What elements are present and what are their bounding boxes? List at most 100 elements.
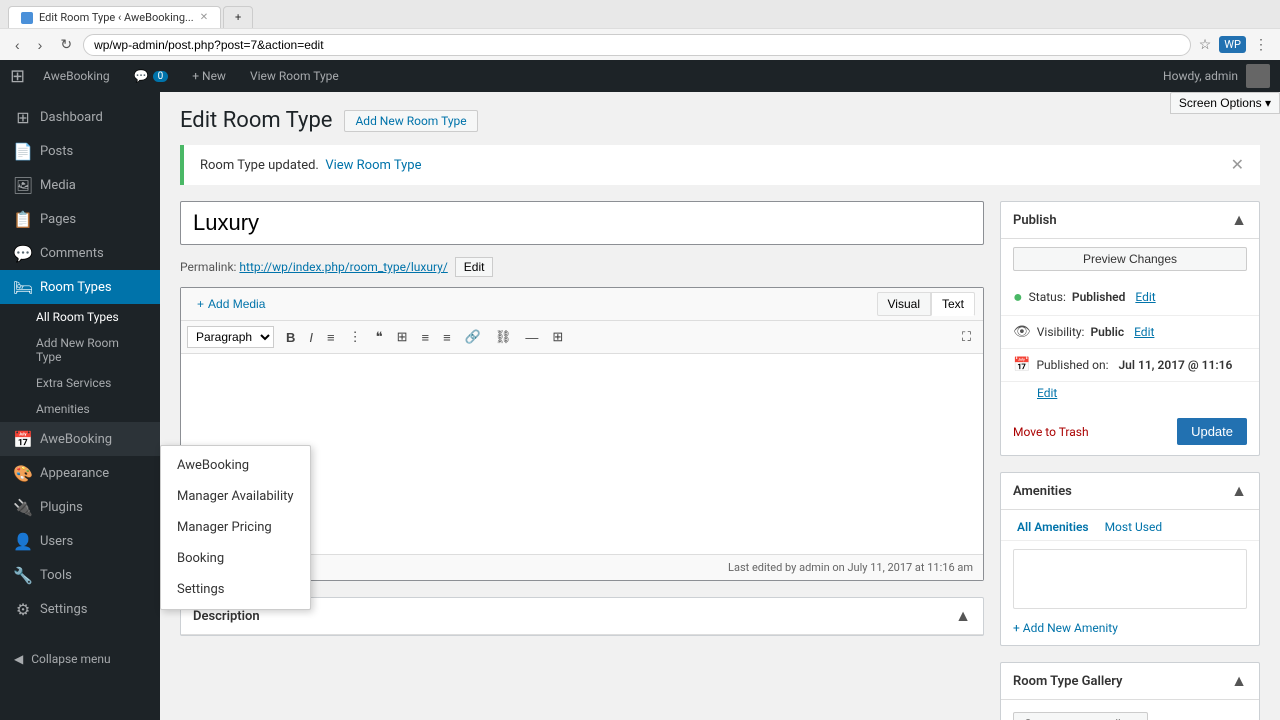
update-button[interactable]: Update — [1177, 418, 1247, 445]
admin-bar-new[interactable]: + New — [186, 69, 232, 83]
published-date-edit-link[interactable]: Edit — [1037, 386, 1247, 400]
sidebar-item-users[interactable]: 👤 Users — [0, 524, 160, 558]
sidebar-item-awebooking[interactable]: 📅 AweBooking — [0, 422, 160, 456]
collapse-arrow-icon: ◀ — [14, 652, 23, 666]
sidebar-item-plugins[interactable]: 🔌 Plugins — [0, 490, 160, 524]
move-to-trash-link[interactable]: Move to Trash — [1013, 425, 1089, 439]
permalink-url[interactable]: http://wp/index.php/room_type/luxury/ — [239, 260, 447, 274]
align-right-button[interactable]: ≡ — [437, 326, 457, 349]
collapse-menu-button[interactable]: ◀ Collapse menu — [0, 644, 160, 674]
sidebar-label-room-types: Room Types — [40, 280, 112, 295]
admin-bar-comments[interactable]: 💬 0 — [128, 69, 175, 83]
add-media-icon: + — [197, 297, 204, 311]
sidebar-item-comments[interactable]: 💬 Comments — [0, 236, 160, 270]
sidebar-item-media[interactable]: 🖼 Media — [0, 168, 160, 202]
unlink-button[interactable]: ⛓ — [489, 325, 518, 349]
align-left-button[interactable]: ⊞ — [391, 325, 414, 349]
last-edited: Last edited by admin on July 11, 2017 at… — [728, 561, 973, 574]
sidebar-item-pages[interactable]: 📋 Pages — [0, 202, 160, 236]
new-label: + New — [192, 69, 226, 83]
dropdown-item-manager-availability[interactable]: Manager Availability — [161, 481, 310, 512]
status-edit-link[interactable]: Edit — [1135, 290, 1155, 304]
tab-favicon — [21, 12, 33, 24]
add-new-room-type-button[interactable]: Add New Room Type — [344, 110, 477, 132]
extensions-icon[interactable]: WP — [1219, 36, 1246, 53]
view-room-type-link[interactable]: View Room Type — [325, 158, 421, 173]
text-tab[interactable]: Text — [931, 292, 975, 316]
tab-close-icon[interactable]: ✕ — [200, 12, 208, 23]
italic-button[interactable]: I — [303, 326, 319, 349]
plugins-icon: 🔌 — [14, 498, 32, 516]
amenities-tab-all[interactable]: All Amenities — [1013, 518, 1093, 536]
visual-tab[interactable]: Visual — [877, 292, 931, 316]
sidebar-item-tools[interactable]: 🔧 Tools — [0, 558, 160, 592]
back-button[interactable]: ‹ — [8, 34, 27, 56]
permalink-label: Permalink: — [180, 260, 236, 274]
post-title-input[interactable] — [180, 201, 984, 245]
link-button[interactable]: 🔗 — [459, 325, 487, 349]
bold-button[interactable]: B — [280, 326, 301, 349]
amenities-tabs: All Amenities Most Used — [1001, 510, 1259, 541]
blockquote-button[interactable]: ❝ — [370, 325, 389, 349]
dropdown-item-manager-pricing[interactable]: Manager Pricing — [161, 512, 310, 543]
admin-bar-view-room-type[interactable]: View Room Type — [244, 69, 345, 83]
publish-box-header[interactable]: Publish ▲ — [1001, 202, 1259, 239]
menu-icon[interactable]: ⋮ — [1250, 35, 1272, 55]
calendar-icon: 📅 — [1013, 357, 1030, 373]
url-bar[interactable] — [83, 34, 1191, 56]
sidebar-item-posts[interactable]: 📄 Posts — [0, 134, 160, 168]
add-media-button[interactable]: + Add Media — [189, 293, 273, 315]
reload-button[interactable]: ↻ — [53, 33, 79, 56]
sidebar-subitem-amenities[interactable]: Amenities — [0, 396, 160, 422]
permalink-edit-button[interactable]: Edit — [455, 257, 494, 277]
permalink-row: Permalink: http://wp/index.php/room_type… — [180, 253, 984, 287]
paragraph-select[interactable]: Paragraph — [187, 326, 274, 348]
amenities-box-header[interactable]: Amenities ▲ — [1001, 473, 1259, 510]
dropdown-item-settings[interactable]: Settings — [161, 574, 310, 605]
visibility-edit-link[interactable]: Edit — [1134, 325, 1154, 339]
publish-box-title: Publish — [1013, 213, 1057, 228]
status-label: Status: — [1029, 290, 1066, 304]
dropdown-item-booking[interactable]: Booking — [161, 543, 310, 574]
sidebar-item-appearance[interactable]: 🎨 Appearance — [0, 456, 160, 490]
ordered-list-button[interactable]: ⋮ — [343, 325, 368, 349]
sidebar-subitem-all-room-types[interactable]: All Room Types — [0, 304, 160, 330]
tab-title: Edit Room Type ‹ AweBooking... — [39, 11, 194, 24]
notice-close-button[interactable]: ✕ — [1231, 155, 1244, 175]
sidebar-label-settings: Settings — [40, 602, 87, 617]
editor-toolbar-top: + Add Media Visual Text — [181, 288, 983, 321]
sidebar-item-dashboard[interactable]: ⊞ Dashboard — [0, 100, 160, 134]
set-gallery-button[interactable]: Set room type gallery — [1013, 712, 1148, 720]
admin-bar-site[interactable]: AweBooking — [37, 69, 116, 83]
screen-options-button[interactable]: Screen Options ▾ — [1170, 92, 1280, 114]
comments-icon: 💬 — [14, 244, 32, 262]
dropdown-item-awebooking[interactable]: AweBooking — [161, 450, 310, 481]
sidebar-subitem-extra-services[interactable]: Extra Services — [0, 370, 160, 396]
wp-logo[interactable]: ⊞ — [10, 66, 25, 87]
amenities-toggle-icon: ▲ — [1231, 481, 1247, 501]
editor-tabs: Visual Text — [877, 292, 975, 316]
table-button[interactable]: ⊞ — [546, 325, 569, 349]
sidebar-subitem-add-new[interactable]: Add New Room Type — [0, 330, 160, 370]
browser-tab[interactable]: Edit Room Type ‹ AweBooking... ✕ — [8, 6, 221, 28]
preview-changes-button[interactable]: Preview Changes — [1013, 247, 1247, 271]
more-button[interactable]: — — [519, 326, 544, 349]
align-center-button[interactable]: ≡ — [416, 326, 436, 349]
sidebar-label-posts: Posts — [40, 144, 73, 159]
howdy-text: Howdy, admin — [1163, 69, 1238, 83]
fullscreen-button[interactable]: ⛶ — [956, 325, 977, 349]
sidebar-item-settings[interactable]: ⚙ Settings — [0, 592, 160, 626]
bookmark-icon[interactable]: ☆ — [1195, 35, 1216, 55]
settings-icon: ⚙ — [14, 600, 32, 618]
users-icon: 👤 — [14, 532, 32, 550]
add-new-amenity-link[interactable]: + Add New Amenity — [1001, 617, 1259, 645]
amenities-tab-most-used[interactable]: Most Used — [1101, 518, 1167, 536]
new-tab-button[interactable]: + — [223, 6, 253, 28]
page-title: Edit Room Type — [180, 108, 332, 133]
sidebar-item-room-types[interactable]: 🛏 Room Types All Room Types Add New Room… — [0, 270, 160, 422]
unordered-list-button[interactable]: ≡ — [321, 326, 341, 349]
gallery-box-header[interactable]: Room Type Gallery ▲ — [1001, 663, 1259, 700]
comments-count: 0 — [153, 71, 169, 82]
forward-button[interactable]: › — [31, 34, 50, 56]
visibility-label: Visibility: — [1037, 325, 1085, 339]
